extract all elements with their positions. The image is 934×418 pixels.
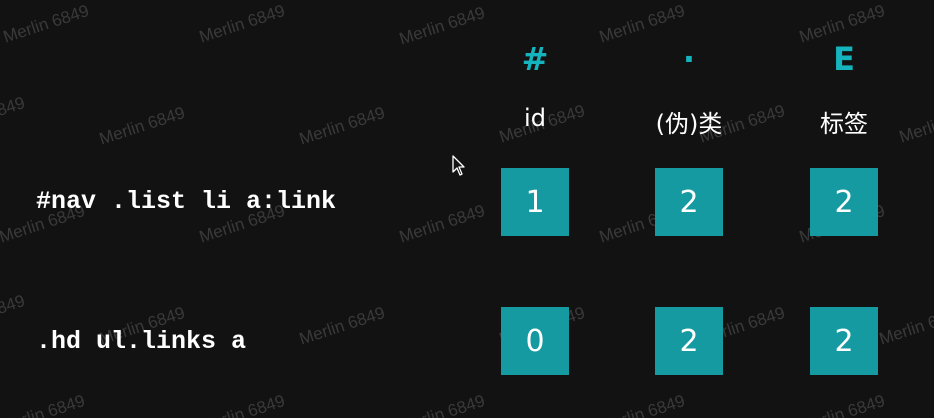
watermark: Merlin 6849 [396,391,488,418]
watermark: Merlin 6849 [796,391,888,418]
slide-canvas: Merlin 6849 Merlin 6849 Merlin 6849 Merl… [0,0,934,418]
watermark: Merlin 6849 [596,391,688,418]
watermark: Merlin 6849 [296,103,388,149]
class-symbol: · [682,40,696,78]
watermark: Merlin 6849 [96,103,188,149]
id-label: id [524,104,546,132]
specificity-class-box: 2 [655,168,723,236]
specificity-tag-box: 2 [810,307,878,375]
watermark: Merlin 6849 [196,391,288,418]
id-symbol: # [521,40,549,78]
specificity-tag-box: 2 [810,168,878,236]
watermark: Merlin 6849 [396,3,488,49]
element-symbol: E [833,40,855,78]
watermark: Merlin 6849 [0,1,92,47]
selector-row-1: #nav .list li a:link [36,187,337,216]
mouse-pointer-icon [452,155,465,176]
watermark: Merlin 6849 [196,1,288,47]
watermark: Merlin 6849 [296,303,388,349]
selector-row-2: .hd ul.links a [36,327,247,356]
watermark: Merlin 6849 [0,391,88,418]
specificity-id-box: 0 [501,307,569,375]
specificity-id-box: 1 [501,168,569,236]
watermark: Merlin 6849 [876,303,934,349]
watermark: Merlin 6849 [0,291,28,337]
tag-label: 标签 [820,110,868,138]
watermark: Merlin 6849 [0,93,28,139]
pseudo-class-label: (伪)类 [655,110,723,138]
specificity-class-box: 2 [655,307,723,375]
watermark: Merlin 6849 [396,201,488,247]
